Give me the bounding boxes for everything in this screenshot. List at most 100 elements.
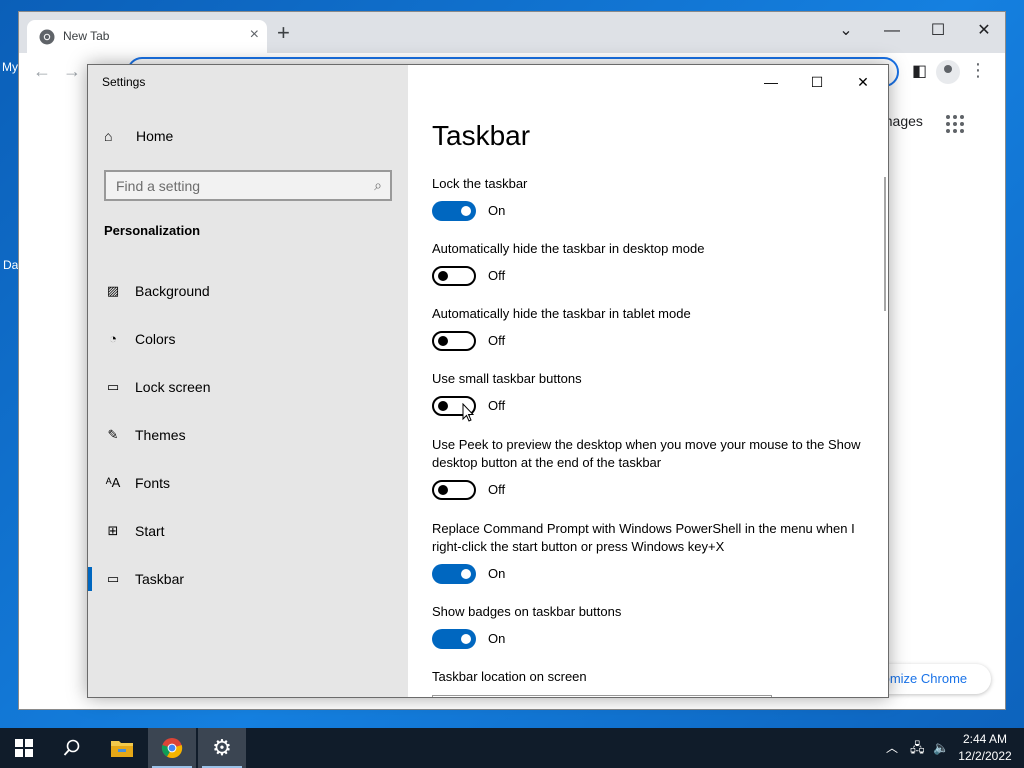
network-icon[interactable]: 🖧 bbox=[910, 728, 925, 768]
minimize-button[interactable]: — bbox=[748, 69, 794, 95]
search-icon: ⌕ bbox=[374, 177, 382, 193]
nav-item-label: Fonts bbox=[135, 475, 171, 491]
new-tab-button[interactable]: + bbox=[277, 22, 290, 44]
folder-icon bbox=[111, 741, 133, 757]
window-title: Settings bbox=[102, 75, 146, 89]
setting-label: Use small taskbar buttons bbox=[432, 371, 582, 386]
nav-item-themes[interactable]: ✎ Themes bbox=[88, 418, 408, 452]
setting-badges: Show badges on taskbar buttons On bbox=[432, 603, 872, 651]
find-setting-search-input[interactable]: Find a setting ⌕ bbox=[104, 170, 392, 201]
nav-item-label: Start bbox=[135, 523, 165, 539]
scrollbar[interactable] bbox=[884, 177, 886, 311]
setting-small-buttons: Use small taskbar buttons Off bbox=[432, 370, 872, 418]
lock-screen-icon: ▭ bbox=[106, 379, 120, 394]
page-title: Taskbar bbox=[432, 120, 531, 151]
setting-label: Lock the taskbar bbox=[432, 176, 528, 191]
setting-powershell: Replace Command Prompt with Windows Powe… bbox=[432, 520, 862, 586]
setting-location: Taskbar location on screen bbox=[432, 668, 872, 686]
setting-label: Show badges on taskbar buttons bbox=[432, 604, 622, 619]
tab-title: New Tab bbox=[63, 29, 110, 43]
start-button[interactable] bbox=[0, 728, 48, 768]
minimize-button[interactable]: — bbox=[877, 18, 907, 44]
setting-label: Automatically hide the taskbar in tablet… bbox=[432, 306, 691, 321]
nav-item-taskbar[interactable]: ▭ Taskbar bbox=[88, 562, 408, 596]
nav-item-fonts[interactable]: ᴬA Fonts bbox=[88, 466, 408, 500]
nav-item-label: Themes bbox=[135, 427, 186, 443]
themes-icon: ✎ bbox=[107, 427, 119, 442]
home-label: Home bbox=[136, 128, 174, 144]
mouse-cursor-icon bbox=[462, 403, 474, 422]
chrome-tab-strip: New Tab × + ⌄ — ☐ ✕ bbox=[19, 12, 1005, 53]
peek-toggle[interactable] bbox=[432, 480, 476, 500]
home-link[interactable]: ⌂ Home bbox=[104, 128, 173, 150]
setting-label: Automatically hide the taskbar in deskto… bbox=[432, 241, 705, 256]
gear-icon: ⚙ bbox=[212, 735, 232, 760]
search-icon bbox=[63, 739, 80, 756]
toggle-state: On bbox=[488, 631, 506, 646]
chrome-taskbar-button[interactable] bbox=[148, 728, 196, 768]
toggle-state: Off bbox=[488, 333, 506, 348]
powershell-toggle[interactable] bbox=[432, 564, 476, 584]
nav-item-colors[interactable]: ◔ Colors bbox=[88, 322, 408, 356]
badges-toggle[interactable] bbox=[432, 629, 476, 649]
maximize-button[interactable]: ☐ bbox=[923, 18, 953, 44]
windows-taskbar: ⚙ ︿ 🖧 🔈 2:44 AM 12/2/2022 bbox=[0, 728, 1024, 768]
system-clock[interactable]: 2:44 AM 12/2/2022 bbox=[952, 731, 1018, 765]
lock-taskbar-toggle[interactable] bbox=[432, 201, 476, 221]
setting-autohide-tablet: Automatically hide the taskbar in tablet… bbox=[432, 305, 872, 353]
home-icon: ⌂ bbox=[104, 128, 113, 144]
nav-item-lock-screen[interactable]: ▭ Lock screen bbox=[88, 370, 408, 404]
windows-logo-icon bbox=[15, 739, 33, 757]
settings-taskbar-button[interactable]: ⚙ bbox=[198, 728, 246, 768]
section-title: Personalization bbox=[104, 223, 201, 238]
taskbar-icon: ▭ bbox=[106, 571, 120, 586]
chevron-up-icon[interactable]: ︿ bbox=[886, 728, 898, 768]
chrome-icon bbox=[161, 738, 183, 759]
setting-label: Taskbar location on screen bbox=[432, 669, 587, 684]
chrome-logo-icon bbox=[39, 29, 55, 45]
settings-nav-pane: Settings ⌂ Home Find a setting ⌕ Personal… bbox=[88, 65, 408, 697]
toggle-state: Off bbox=[488, 398, 506, 413]
maximize-button[interactable]: ☐ bbox=[794, 69, 840, 95]
chrome-menu-icon[interactable]: ⋮ bbox=[969, 61, 987, 79]
settings-window: Settings ⌂ Home Find a setting ⌕ Personal… bbox=[87, 64, 889, 698]
setting-autohide-desktop: Automatically hide the taskbar in deskto… bbox=[432, 240, 872, 288]
tab-close-icon[interactable]: × bbox=[250, 26, 259, 44]
chrome-tab[interactable]: New Tab × bbox=[27, 20, 267, 53]
tab-search-chevron-icon[interactable]: ⌄ bbox=[831, 18, 861, 44]
forward-arrow-icon[interactable]: → bbox=[63, 61, 81, 82]
taskbar-location-dropdown[interactable] bbox=[432, 695, 772, 697]
desktop-icon-label[interactable]: My bbox=[2, 60, 18, 74]
desktop-icon-label[interactable]: Da bbox=[3, 258, 18, 272]
nav-item-label: Colors bbox=[135, 331, 176, 347]
setting-peek: Use Peek to preview the desktop when you… bbox=[432, 436, 862, 502]
search-placeholder: Find a setting bbox=[116, 178, 201, 194]
autohide-desktop-toggle[interactable] bbox=[432, 266, 476, 286]
nav-item-background[interactable]: ▨ Background bbox=[88, 274, 408, 308]
volume-icon[interactable]: 🔈 bbox=[933, 728, 949, 768]
nav-item-label: Taskbar bbox=[135, 571, 185, 587]
autohide-tablet-toggle[interactable] bbox=[432, 331, 476, 351]
file-explorer-button[interactable] bbox=[98, 728, 146, 768]
setting-label: Use Peek to preview the desktop when you… bbox=[432, 437, 861, 470]
fonts-icon: ᴬA bbox=[105, 475, 121, 490]
nav-item-start[interactable]: ⊞ Start bbox=[88, 514, 408, 548]
setting-label: Replace Command Prompt with Windows Powe… bbox=[432, 521, 855, 554]
nav-item-label: Background bbox=[135, 283, 210, 299]
nav-item-label: Lock screen bbox=[135, 379, 211, 395]
close-button[interactable]: ✕ bbox=[969, 18, 999, 44]
toggle-state: On bbox=[488, 566, 506, 581]
search-button[interactable] bbox=[48, 728, 96, 768]
palette-icon: ◔ bbox=[109, 331, 117, 346]
setting-lock-taskbar: Lock the taskbar On bbox=[432, 175, 872, 223]
close-button[interactable]: ✕ bbox=[840, 69, 886, 95]
profile-avatar-icon[interactable] bbox=[936, 60, 960, 84]
back-arrow-icon[interactable]: ← bbox=[33, 61, 51, 82]
google-apps-icon[interactable] bbox=[946, 115, 964, 133]
side-panel-icon[interactable]: ◧ bbox=[912, 61, 927, 81]
image-icon: ▨ bbox=[106, 283, 120, 298]
settings-content-pane: — ☐ ✕ Taskbar Lock the taskbar On Automa… bbox=[408, 65, 888, 697]
toggle-state: On bbox=[488, 203, 506, 218]
toggle-state: Off bbox=[488, 268, 506, 283]
clock-time: 2:44 AM bbox=[962, 732, 1008, 746]
